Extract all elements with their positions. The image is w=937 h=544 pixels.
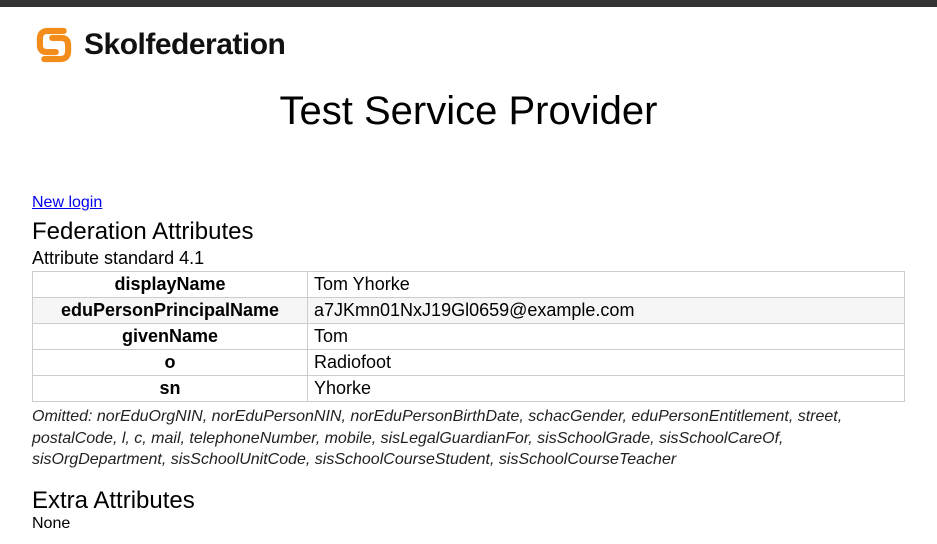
attribute-key: givenName — [33, 324, 308, 350]
table-row: displayNameTom Yhorke — [33, 272, 905, 298]
brand-name: Skolfederation — [84, 28, 285, 62]
attribute-value: Radiofoot — [308, 350, 905, 376]
attribute-key: displayName — [33, 272, 308, 298]
page-title: Test Service Provider — [32, 89, 905, 134]
top-bar — [0, 0, 937, 7]
federation-attributes-heading: Federation Attributes — [32, 218, 905, 246]
attribute-key: sn — [33, 376, 308, 402]
attribute-value: Yhorke — [308, 376, 905, 402]
attribute-value: a7JKmn01NxJ19Gl0659@example.com — [308, 298, 905, 324]
skolfederation-logo-icon — [32, 23, 76, 67]
table-row: eduPersonPrincipalNamea7JKmn01NxJ19Gl065… — [33, 298, 905, 324]
extra-attributes-heading: Extra Attributes — [32, 487, 905, 515]
page-content: Skolfederation Test Service Provider New… — [0, 7, 937, 533]
table-row: givenNameTom — [33, 324, 905, 350]
attribute-standard-label: Attribute standard 4.1 — [32, 248, 905, 269]
attributes-table: displayNameTom YhorkeeduPersonPrincipalN… — [32, 271, 905, 402]
extra-attributes-value: None — [32, 515, 905, 533]
table-row: oRadiofoot — [33, 350, 905, 376]
omitted-attributes-text: Omitted: norEduOrgNIN, norEduPersonNIN, … — [32, 406, 905, 471]
logo-row: Skolfederation — [32, 23, 905, 67]
attribute-key: eduPersonPrincipalName — [33, 298, 308, 324]
attribute-value: Tom — [308, 324, 905, 350]
attribute-key: o — [33, 350, 308, 376]
attribute-value: Tom Yhorke — [308, 272, 905, 298]
table-row: snYhorke — [33, 376, 905, 402]
new-login-link[interactable]: New login — [32, 194, 102, 211]
